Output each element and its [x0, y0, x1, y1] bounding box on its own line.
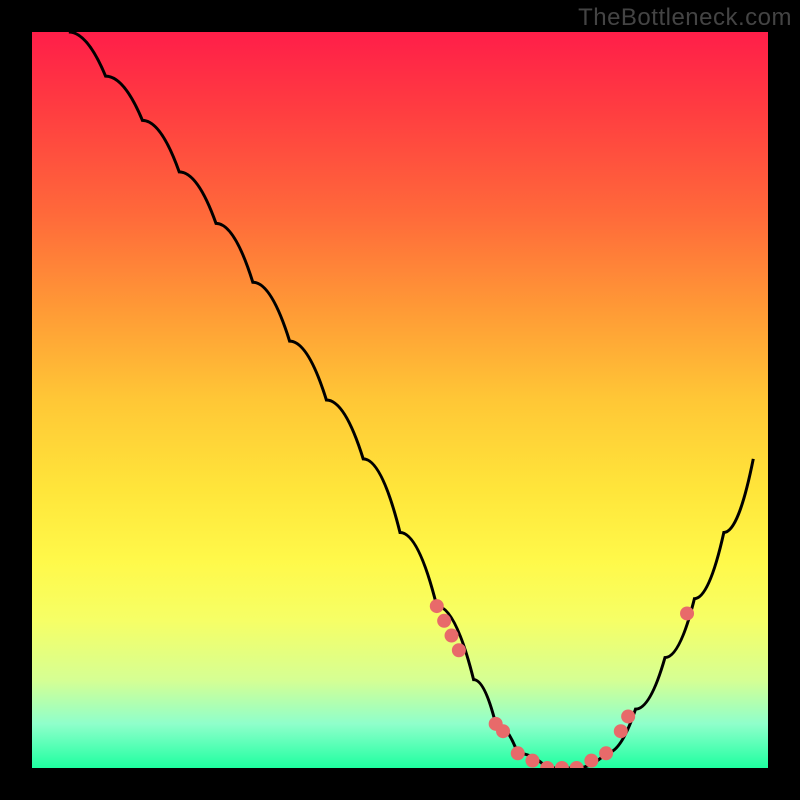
bottleneck-curve	[69, 32, 753, 768]
chart-svg	[32, 32, 768, 768]
marker-dot	[445, 629, 459, 643]
marker-dot	[570, 761, 584, 768]
marker-dot	[430, 599, 444, 613]
marker-dot	[680, 606, 694, 620]
highlight-markers	[430, 599, 694, 768]
marker-dot	[437, 614, 451, 628]
plot-area	[32, 32, 768, 768]
marker-dot	[584, 754, 598, 768]
watermark-text: TheBottleneck.com	[578, 4, 792, 32]
marker-dot	[599, 746, 613, 760]
marker-dot	[496, 724, 510, 738]
marker-dot	[452, 643, 466, 657]
marker-dot	[614, 724, 628, 738]
chart-frame: TheBottleneck.com	[0, 0, 800, 800]
marker-dot	[525, 754, 539, 768]
marker-dot	[621, 709, 635, 723]
marker-dot	[511, 746, 525, 760]
marker-dot	[555, 761, 569, 768]
